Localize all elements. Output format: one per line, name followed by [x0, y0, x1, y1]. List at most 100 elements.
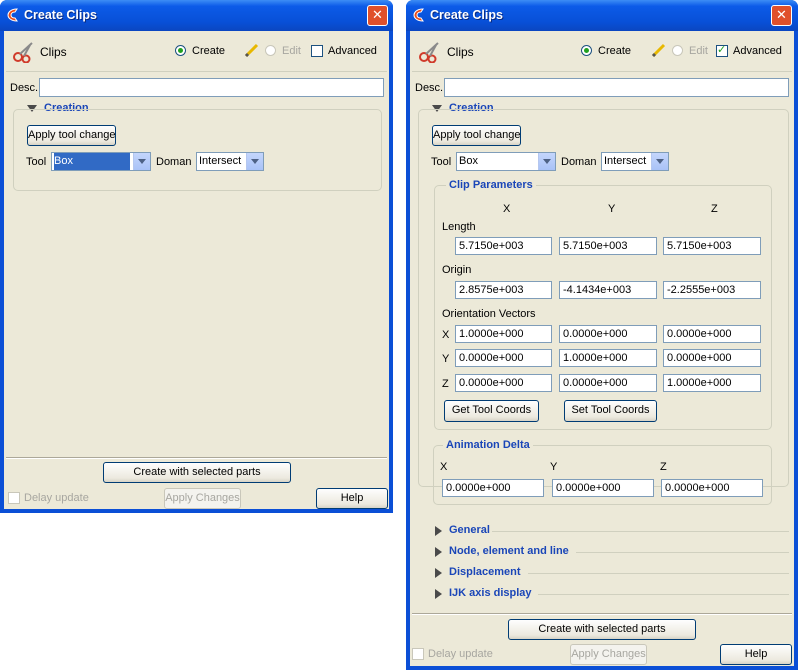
domain-select[interactable]: Intersect	[601, 152, 669, 171]
edit-radio[interactable]	[672, 45, 683, 56]
create-radio-label[interactable]: Create	[598, 45, 631, 57]
origin-x-input[interactable]: 2.8575e+003	[455, 281, 552, 299]
left-window: Create Clips ✕ Clips Create Edit Advance…	[0, 0, 393, 513]
delay-update-checkbox[interactable]	[8, 492, 20, 504]
length-y-input[interactable]: 5.7150e+003	[559, 237, 657, 255]
col-z-header: Z	[711, 203, 718, 215]
section-general[interactable]: General	[449, 524, 490, 536]
section-ijk-axis-display[interactable]: IJK axis display	[449, 587, 532, 599]
left-titlebar[interactable]: Create Clips ✕	[0, 0, 393, 31]
set-tool-coords-button[interactable]: Set Tool Coords	[564, 400, 657, 422]
general-expand-icon[interactable]	[435, 526, 442, 536]
get-tool-coords-button[interactable]: Get Tool Coords	[444, 400, 539, 422]
orient-zy-input[interactable]: 0.0000e+000	[559, 374, 657, 392]
tool-select-value: Box	[459, 155, 478, 167]
right-client: Clips Create Edit Advanced Desc. Creatio…	[410, 31, 794, 666]
create-with-selected-parts-button[interactable]: Create with selected parts	[508, 619, 696, 640]
orient-xz-input[interactable]: 0.0000e+000	[663, 325, 761, 343]
right-titlebar[interactable]: Create Clips ✕	[406, 0, 798, 31]
advanced-label[interactable]: Advanced	[733, 45, 782, 57]
edit-radio-label: Edit	[282, 45, 301, 57]
length-x-input[interactable]: 5.7150e+003	[455, 237, 552, 255]
section-displacement[interactable]: Displacement	[449, 566, 521, 578]
app-logo-icon	[413, 8, 424, 22]
desc-input[interactable]	[444, 78, 789, 97]
chevron-down-icon[interactable]	[651, 153, 668, 170]
orient-yz-input[interactable]: 0.0000e+000	[663, 349, 761, 367]
advanced-label[interactable]: Advanced	[328, 45, 377, 57]
tool-select[interactable]: Box	[51, 152, 151, 171]
domain-select[interactable]: Intersect	[196, 152, 264, 171]
delay-update-checkbox[interactable]	[412, 648, 424, 660]
apply-changes-button[interactable]: Apply Changes	[164, 488, 241, 509]
origin-z-input[interactable]: -2.2555e+003	[663, 281, 761, 299]
edit-radio-label: Edit	[689, 45, 708, 57]
length-label: Length	[442, 221, 476, 233]
ijk-axis-display-expand-icon[interactable]	[435, 589, 442, 599]
anim-col-x-label: X	[440, 461, 448, 473]
orient-yx-input[interactable]: 0.0000e+000	[455, 349, 552, 367]
animation-delta-heading: Animation Delta	[443, 439, 533, 451]
clips-label: Clips	[447, 45, 474, 59]
section-rule	[492, 531, 789, 532]
header-separator	[412, 71, 792, 72]
orient-xx-input[interactable]: 1.0000e+000	[455, 325, 552, 343]
advanced-checkbox[interactable]	[311, 45, 323, 57]
anim-z-input[interactable]: 0.0000e+000	[661, 479, 763, 497]
orient-zx-input[interactable]: 0.0000e+000	[455, 374, 552, 392]
help-button[interactable]: Help	[720, 644, 792, 665]
desc-label: Desc.	[10, 82, 39, 94]
node-element-line-expand-icon[interactable]	[435, 547, 442, 557]
scissors-icon	[419, 42, 439, 63]
edit-radio[interactable]	[265, 45, 276, 56]
create-radio[interactable]	[581, 45, 592, 56]
tool-select[interactable]: Box	[456, 152, 556, 171]
anim-y-input[interactable]: 0.0000e+000	[552, 479, 654, 497]
app-logo-icon	[7, 8, 18, 22]
desc-input[interactable]	[39, 78, 384, 97]
window-title: Create Clips	[24, 8, 97, 22]
origin-label: Origin	[442, 264, 472, 276]
section-rule	[576, 552, 789, 553]
orient-row-x-label: X	[442, 329, 450, 341]
create-with-selected-parts-button[interactable]: Create with selected parts	[103, 462, 291, 483]
anim-col-y-label: Y	[550, 461, 558, 473]
col-y-header: Y	[608, 203, 616, 215]
chevron-down-icon[interactable]	[538, 153, 555, 170]
orient-yy-input[interactable]: 1.0000e+000	[559, 349, 657, 367]
window-title: Create Clips	[430, 8, 503, 22]
create-radio[interactable]	[175, 45, 186, 56]
close-button[interactable]: ✕	[367, 5, 388, 26]
chevron-down-icon[interactable]	[246, 153, 263, 170]
help-button[interactable]: Help	[316, 488, 388, 509]
close-button[interactable]: ✕	[771, 5, 792, 26]
left-client: Clips Create Edit Advanced Desc. Creatio…	[4, 31, 389, 509]
footer-divider	[6, 457, 387, 459]
apply-tool-change-button[interactable]: Apply tool change	[432, 125, 521, 146]
apply-changes-button[interactable]: Apply Changes	[570, 644, 647, 665]
chevron-down-icon[interactable]	[133, 153, 150, 170]
tool-select-value: Box	[54, 153, 130, 170]
orient-zz-input[interactable]: 1.0000e+000	[663, 374, 761, 392]
clip-parameters-heading: Clip Parameters	[446, 179, 536, 191]
anim-col-z-label: Z	[660, 461, 667, 473]
creation-panel	[13, 109, 382, 191]
delay-update-label: Delay update	[428, 648, 493, 660]
section-node-element-line[interactable]: Node, element and line	[449, 545, 569, 557]
create-radio-label[interactable]: Create	[192, 45, 225, 57]
apply-tool-change-button[interactable]: Apply tool change	[27, 125, 116, 146]
orientation-vectors-label: Orientation Vectors	[442, 308, 536, 320]
anim-x-input[interactable]: 0.0000e+000	[442, 479, 544, 497]
pencil-icon	[244, 43, 259, 58]
displacement-expand-icon[interactable]	[435, 568, 442, 578]
advanced-checkbox[interactable]	[716, 43, 728, 57]
header-separator	[6, 71, 387, 72]
origin-y-input[interactable]: -4.1434e+003	[559, 281, 657, 299]
tool-label: Tool	[26, 156, 47, 168]
orient-xy-input[interactable]: 0.0000e+000	[559, 325, 657, 343]
domain-label: Doman	[561, 156, 597, 168]
col-x-header: X	[503, 203, 511, 215]
footer-divider	[412, 613, 792, 615]
right-window: Create Clips ✕ Clips Create Edit Advance…	[406, 0, 798, 670]
length-z-input[interactable]: 5.7150e+003	[663, 237, 761, 255]
